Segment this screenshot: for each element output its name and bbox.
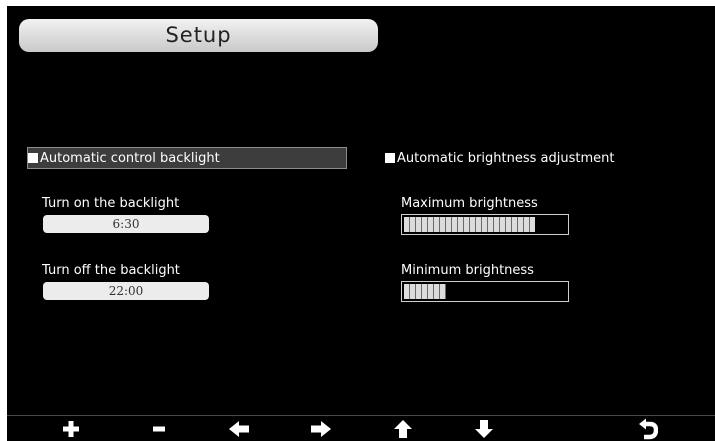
left-button[interactable] xyxy=(219,416,259,441)
max-brightness-fill xyxy=(404,217,535,232)
arrow-right-icon xyxy=(311,421,331,437)
arrow-left-icon xyxy=(229,421,249,437)
min-brightness-label: Minimum brightness xyxy=(401,263,534,278)
min-brightness-fill xyxy=(404,284,446,299)
down-button[interactable] xyxy=(464,416,504,441)
up-button[interactable] xyxy=(383,416,423,441)
max-brightness-bar[interactable] xyxy=(401,214,569,235)
minus-button[interactable] xyxy=(139,416,179,441)
plus-icon xyxy=(63,421,79,437)
max-brightness-label: Maximum brightness xyxy=(401,196,538,211)
auto-backlight-label: Automatic control backlight xyxy=(40,150,220,166)
right-button[interactable] xyxy=(301,416,341,441)
auto-brightness-label: Automatic brightness adjustment xyxy=(397,150,615,166)
minus-icon xyxy=(153,426,165,432)
back-button[interactable] xyxy=(628,416,668,441)
setup-screen: Setup Automatic control backlight Turn o… xyxy=(7,6,715,441)
plus-button[interactable] xyxy=(51,416,91,441)
turn-on-backlight-label: Turn on the backlight xyxy=(42,196,180,211)
bottom-toolbar xyxy=(7,415,715,441)
turn-on-time-field[interactable]: 6:30 xyxy=(43,215,209,233)
auto-backlight-toggle[interactable]: Automatic control backlight xyxy=(27,147,347,169)
arrow-up-icon xyxy=(394,420,412,438)
page-title: Setup xyxy=(19,19,378,52)
auto-brightness-toggle[interactable]: Automatic brightness adjustment xyxy=(385,147,614,169)
turn-off-backlight-label: Turn off the backlight xyxy=(42,263,180,278)
arrow-down-icon xyxy=(475,420,493,438)
turn-off-time-field[interactable]: 22:00 xyxy=(43,282,209,300)
back-icon xyxy=(639,418,658,440)
min-brightness-bar[interactable] xyxy=(401,281,569,302)
auto-brightness-checkbox[interactable] xyxy=(385,153,395,163)
auto-backlight-checkbox[interactable] xyxy=(28,153,38,163)
